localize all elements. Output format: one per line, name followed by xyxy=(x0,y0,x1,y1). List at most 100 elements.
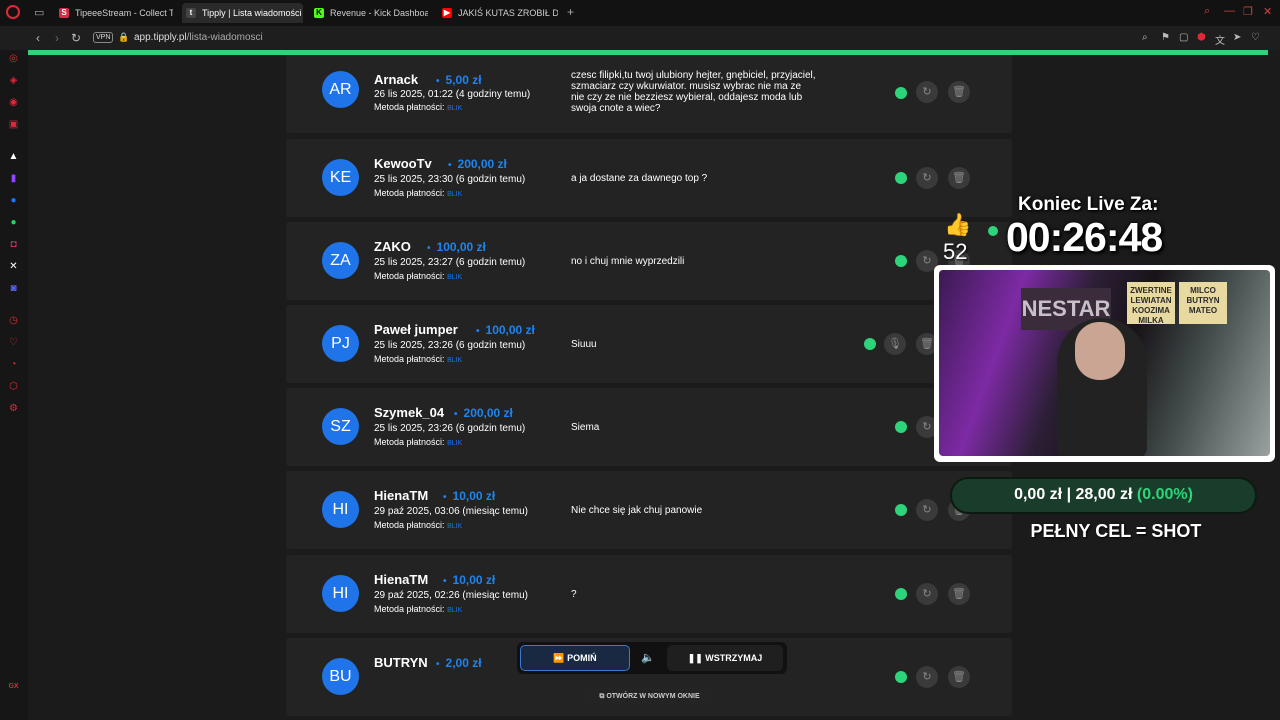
pause-label: WSTRZYMAJ xyxy=(705,653,763,663)
message-row[interactable]: AR Arnack 5,00 zł 26 lis 2025, 01:22 (4 god… xyxy=(286,55,1012,133)
snapshot-icon[interactable]: ▢ xyxy=(1179,32,1188,43)
zoom-icon[interactable]: ⌕ xyxy=(1142,32,1148,43)
bookmark-icon[interactable]: ⚑ xyxy=(1161,32,1170,43)
maximize-icon[interactable]: ❐ xyxy=(1243,5,1253,18)
twitch-icon[interactable]: ▮ xyxy=(7,172,20,185)
payment-method-value: BLIK xyxy=(447,357,463,364)
x-icon[interactable]: ✕ xyxy=(7,260,20,273)
opera-logo-icon[interactable] xyxy=(6,5,20,19)
message-row[interactable]: HI HienaTM 10,00 zł 29 paź 2025, 02:26 (mie… xyxy=(286,555,1012,633)
replay-button[interactable]: ↻ xyxy=(916,583,938,605)
payment-method-value: BLIK xyxy=(447,440,463,447)
payment-method-value: BLIK xyxy=(447,274,463,281)
donation-amount: 200,00 zł xyxy=(448,157,507,171)
send-icon[interactable]: ➤ xyxy=(1233,32,1241,43)
pinboard-icon[interactable]: ▣ xyxy=(7,118,20,131)
replay-button[interactable]: ↻ xyxy=(916,499,938,521)
status-dot xyxy=(895,255,907,267)
delete-button[interactable]: 🗑 xyxy=(948,167,970,189)
kick-sidebar-icon[interactable]: ▲ xyxy=(7,150,20,163)
crypto-wallet-icon[interactable]: ◈ xyxy=(7,74,20,87)
pause-button[interactable]: ❚❚ WSTRZYMAJ xyxy=(667,645,783,671)
tab-tipeeestream[interactable]: S TipeeeStream - Collect Ti xyxy=(55,3,173,23)
close-icon[interactable]: ✕ xyxy=(1263,5,1272,18)
donation-date: 25 lis 2025, 23:27 (6 godzin temu) xyxy=(374,257,526,268)
donation-amount: 10,00 zł xyxy=(443,489,496,503)
browser-tab-bar: ▭ S TipeeeStream - Collect Ti t Tipply |… xyxy=(0,0,1280,26)
payment-method: Metoda płatności: BLIK xyxy=(374,520,462,530)
instagram-icon[interactable]: ◘ xyxy=(7,238,20,251)
delete-button[interactable]: 🗑 xyxy=(948,583,970,605)
reload-icon[interactable]: ↻ xyxy=(71,31,81,45)
status-dot xyxy=(895,504,907,516)
volume-icon[interactable]: 🔈 xyxy=(638,648,658,668)
donation-date: 29 paź 2025, 03:06 (miesiąc temu) xyxy=(374,506,528,517)
adblock-icon[interactable]: ⬢ xyxy=(1197,32,1206,43)
donation-date: 25 lis 2025, 23:26 (6 godzin temu) xyxy=(374,423,526,434)
url-host: app.tipply.pl xyxy=(134,32,187,43)
translate-icon[interactable]: 文 xyxy=(1215,32,1225,47)
donor-avatar: ZA xyxy=(322,242,359,279)
message-text: a ja dostane za dawnego top ? xyxy=(571,173,708,184)
delete-button[interactable]: 🗑 xyxy=(948,666,970,688)
whatsapp-icon[interactable]: ● xyxy=(7,216,20,229)
tab-tipply[interactable]: t Tipply | Lista wiadomości xyxy=(182,3,303,23)
message-row[interactable]: SZ Szymek_04 200,00 zł 25 lis 2025, 23:26 (… xyxy=(286,388,1012,466)
payment-method: Metoda płatności: BLIK xyxy=(374,437,462,447)
goal-current: 0,00 zł xyxy=(1014,486,1063,503)
stream-end-timer: 00:26:48 xyxy=(1006,214,1163,260)
delete-button[interactable]: 🗑 xyxy=(948,81,970,103)
clock-icon[interactable]: ◔ xyxy=(7,358,20,371)
settings-sidebar-icon[interactable]: ⚙ xyxy=(7,402,20,415)
lock-icon[interactable]: 🔒 xyxy=(118,32,129,43)
donation-amount: 100,00 zł xyxy=(476,323,535,337)
extensions-icon[interactable]: ⬡ xyxy=(7,380,20,393)
message-row[interactable]: ZA ZAKO 100,00 zł 25 lis 2025, 23:27 (6 god… xyxy=(286,222,1012,300)
goal-text: 0,00 zł | 28,00 zł (0.00%) xyxy=(952,486,1255,504)
message-text: Nie chce się jak chuj panowie xyxy=(571,505,703,516)
skip-button[interactable]: ⏩ POMIŃ xyxy=(520,645,630,671)
message-row[interactable]: KE KewooTv 200,00 zł 25 lis 2025, 23:30 (6 … xyxy=(286,139,1012,217)
vpn-badge[interactable]: VPN xyxy=(93,32,114,43)
back-icon[interactable]: ‹ xyxy=(36,31,40,45)
player-icon[interactable]: ◉ xyxy=(7,96,20,109)
favorites-icon[interactable]: ♡ xyxy=(7,336,20,349)
live-dot xyxy=(988,226,998,236)
search-tabs-icon[interactable]: ⌕ xyxy=(1204,5,1210,18)
tab-kick-dashboard[interactable]: K Revenue - Kick Dashboard xyxy=(310,3,428,23)
payment-method: Metoda płatności: BLIK xyxy=(374,354,462,364)
minimize-icon[interactable]: — xyxy=(1224,5,1235,17)
tab-label: Revenue - Kick Dashboard xyxy=(330,8,428,18)
address-bar: ‹ › ↻ VPN 🔒 app.tipply.pl/lista-wiadomos… xyxy=(0,26,1280,50)
discord-icon[interactable]: ◙ xyxy=(7,282,20,295)
replay-button[interactable]: 🎙 xyxy=(884,333,906,355)
donation-date: 25 lis 2025, 23:30 (6 godzin temu) xyxy=(374,174,526,185)
new-tab-icon[interactable]: + xyxy=(567,5,574,19)
tab-youtube[interactable]: ▶ JAKIŚ KUTAS ZROBIŁ DD xyxy=(438,3,558,23)
workspaces-icon[interactable]: ▭ xyxy=(34,6,48,19)
status-dot xyxy=(895,172,907,184)
payment-method-label: Metoda płatności: xyxy=(374,520,445,530)
replay-button[interactable]: ↻ xyxy=(916,81,938,103)
donation-amount: 5,00 zł xyxy=(436,73,482,87)
browser-sidebar: ◎ ◈ ◉ ▣ ▲ ▮ ● ● ◘ ✕ ◙ ◷ ♡ ◔ ⬡ ⚙ GX xyxy=(0,50,28,720)
forward-icon[interactable]: › xyxy=(55,31,59,45)
url-field[interactable]: app.tipply.pl/lista-wiadomosci xyxy=(134,32,263,43)
replay-button[interactable]: ↻ xyxy=(916,666,938,688)
message-row[interactable]: PJ Paweł jumper 100,00 zł 25 lis 2025, 23:2… xyxy=(286,305,1012,383)
open-new-window-button[interactable]: ⧉ OTWÓRZ W NOWYM OKNIE xyxy=(586,688,713,705)
alert-player-bar: ⏩ POMIŃ 🔈 ❚❚ WSTRZYMAJ xyxy=(517,642,787,674)
webcam-paper-2: MILCO BUTRYN MATEO xyxy=(1179,282,1227,324)
message-row[interactable]: HI HienaTM 10,00 zł 29 paź 2025, 03:06 (mie… xyxy=(286,471,1012,549)
donor-avatar: HI xyxy=(322,575,359,612)
tab-label: JAKIŚ KUTAS ZROBIŁ DD xyxy=(458,8,558,18)
messenger-icon[interactable]: ● xyxy=(7,194,20,207)
message-text: czesc filipki,tu twoj ulubiony hejter, g… xyxy=(571,70,816,114)
aria-icon[interactable]: ◎ xyxy=(7,52,20,65)
donation-amount: 100,00 zł xyxy=(427,240,486,254)
history-icon[interactable]: ◷ xyxy=(7,314,20,327)
replay-button[interactable]: ↻ xyxy=(916,167,938,189)
gx-icon[interactable]: GX xyxy=(7,680,20,693)
heart-icon[interactable]: ♡ xyxy=(1251,32,1260,43)
donation-amount: 10,00 zł xyxy=(443,573,496,587)
